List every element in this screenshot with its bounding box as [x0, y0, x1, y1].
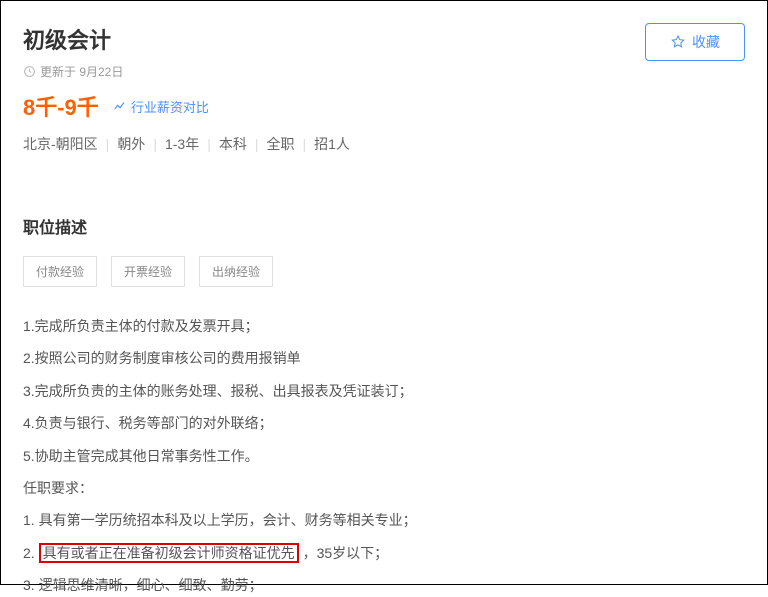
requirement-line: 3. 逻辑思维清晰，细心、细致、勤劳；: [23, 574, 745, 596]
requirements-title: 任职要求：: [23, 477, 745, 499]
req-prefix: 2.: [23, 545, 39, 561]
responsibility-line: 5.协助主管完成其他日常事务性工作。: [23, 445, 745, 467]
requirement-highlight: 具有或者正在准备初级会计师资格证优先: [39, 543, 299, 563]
description-body: 1.完成所负责主体的付款及发票开具； 2.按照公司的财务制度审核公司的费用报销单…: [23, 315, 745, 597]
meta-experience: 1-3年: [165, 136, 199, 152]
skill-tag: 出纳经验: [199, 256, 273, 287]
req-prefix: 1.: [23, 512, 39, 528]
salary: 8千-9千: [23, 90, 99, 122]
responsibility-line: 1.完成所负责主体的付款及发票开具；: [23, 315, 745, 337]
job-title: 初级会计: [23, 23, 645, 55]
tag-list: 付款经验 开票经验 出纳经验: [23, 256, 745, 287]
requirement-line: 1. 具有第一学历统招本科及以上学历，会计、财务等相关专业；: [23, 509, 745, 531]
req-suffix: ，35岁以下；: [303, 545, 389, 561]
meta-education: 本科: [219, 136, 247, 152]
meta-headcount: 招1人: [314, 136, 350, 152]
favorite-button[interactable]: 收藏: [645, 23, 745, 61]
chart-icon: [113, 99, 127, 113]
req-prefix: 3.: [23, 577, 39, 593]
responsibility-line: 2.按照公司的财务制度审核公司的费用报销单: [23, 347, 745, 369]
responsibility-line: 4.负责与银行、税务等部门的对外联络；: [23, 412, 745, 434]
clock-icon: [23, 65, 36, 78]
favorite-label: 收藏: [692, 32, 720, 52]
meta-area: 朝外: [117, 136, 145, 152]
section-title: 职位描述: [23, 214, 745, 238]
meta-location: 北京-朝阳区: [23, 136, 98, 152]
update-text: 更新于 9月22日: [40, 63, 123, 80]
star-icon: [670, 34, 686, 50]
job-meta: 北京-朝阳区|朝外|1-3年|本科|全职|招1人: [23, 134, 645, 154]
responsibility-line: 3.完成所负责的主体的账务处理、报税、出具报表及凭证装订；: [23, 380, 745, 402]
req-text: 具有第一学历统招本科及以上学历，会计、财务等相关专业；: [39, 512, 417, 528]
skill-tag: 开票经验: [111, 256, 185, 287]
compare-link-label: 行业薪资对比: [131, 97, 209, 116]
meta-job-type: 全职: [266, 136, 294, 152]
update-time: 更新于 9月22日: [23, 63, 645, 80]
skill-tag: 付款经验: [23, 256, 97, 287]
requirement-line: 2. 具有或者正在准备初级会计师资格证优先，35岁以下；: [23, 542, 745, 564]
req-text: 逻辑思维清晰，细心、细致、勤劳；: [39, 577, 263, 593]
salary-compare-link[interactable]: 行业薪资对比: [113, 97, 209, 116]
